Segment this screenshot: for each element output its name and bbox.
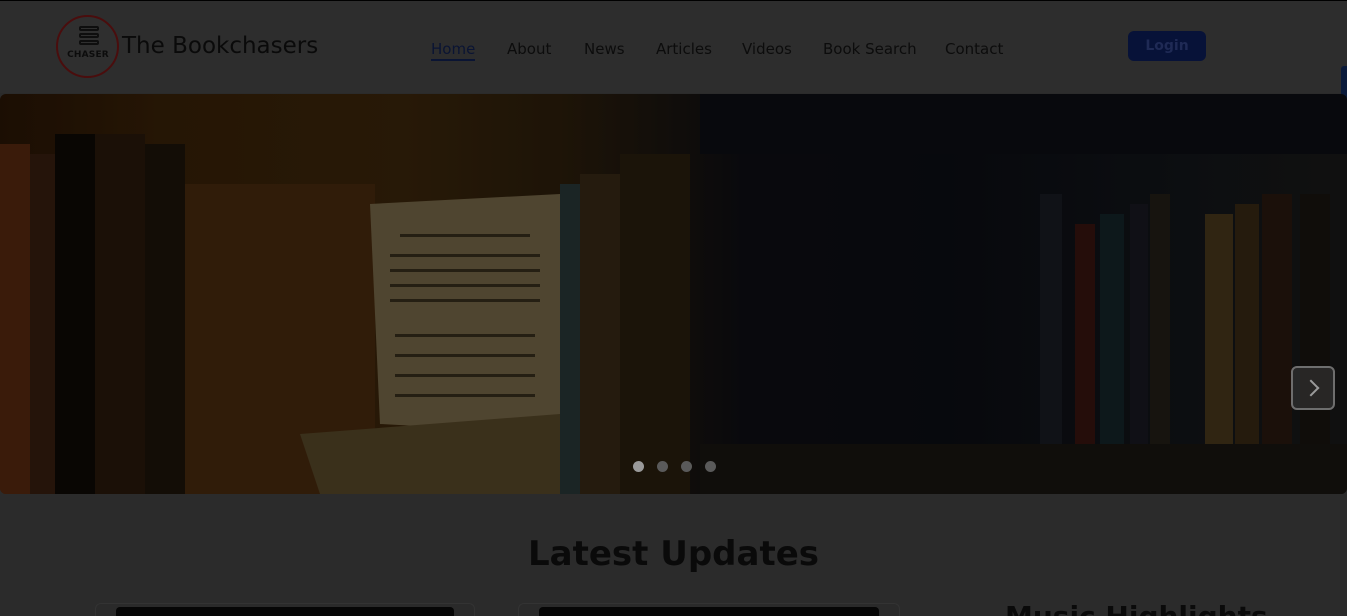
nav-videos[interactable]: Videos [742, 40, 792, 58]
carousel-dot-2[interactable] [657, 461, 668, 472]
logo-text: CHASER [67, 50, 109, 60]
nav-contact[interactable]: Contact [945, 40, 1003, 58]
site-logo[interactable]: CHASER [56, 15, 119, 78]
brand-name[interactable]: The Bookchasers [122, 33, 318, 59]
nav-home[interactable]: Home [431, 40, 476, 61]
side-heading: Music Highlights [1005, 600, 1268, 616]
carousel-dot-4[interactable] [705, 461, 716, 472]
login-button[interactable]: Login [1128, 31, 1206, 61]
card-image [539, 607, 879, 616]
book-stack-icon [79, 26, 99, 52]
nav-book-search[interactable]: Book Search [823, 40, 917, 58]
update-card[interactable] [518, 603, 900, 616]
nav-about[interactable]: About [507, 40, 551, 58]
section-title: Latest Updates [527, 534, 820, 574]
carousel-next-button[interactable] [1291, 366, 1335, 410]
hero-overlay [0, 94, 1347, 494]
card-image [116, 607, 454, 616]
carousel-dot-1[interactable] [633, 461, 644, 472]
nav-articles[interactable]: Articles [656, 40, 712, 58]
hero-carousel [0, 94, 1347, 494]
update-card[interactable] [95, 603, 475, 616]
carousel-dot-3[interactable] [681, 461, 692, 472]
site-header: CHASER The Bookchasers Home About News A… [0, 1, 1347, 93]
nav-news[interactable]: News [584, 40, 625, 58]
chevron-right-icon [1302, 379, 1320, 397]
